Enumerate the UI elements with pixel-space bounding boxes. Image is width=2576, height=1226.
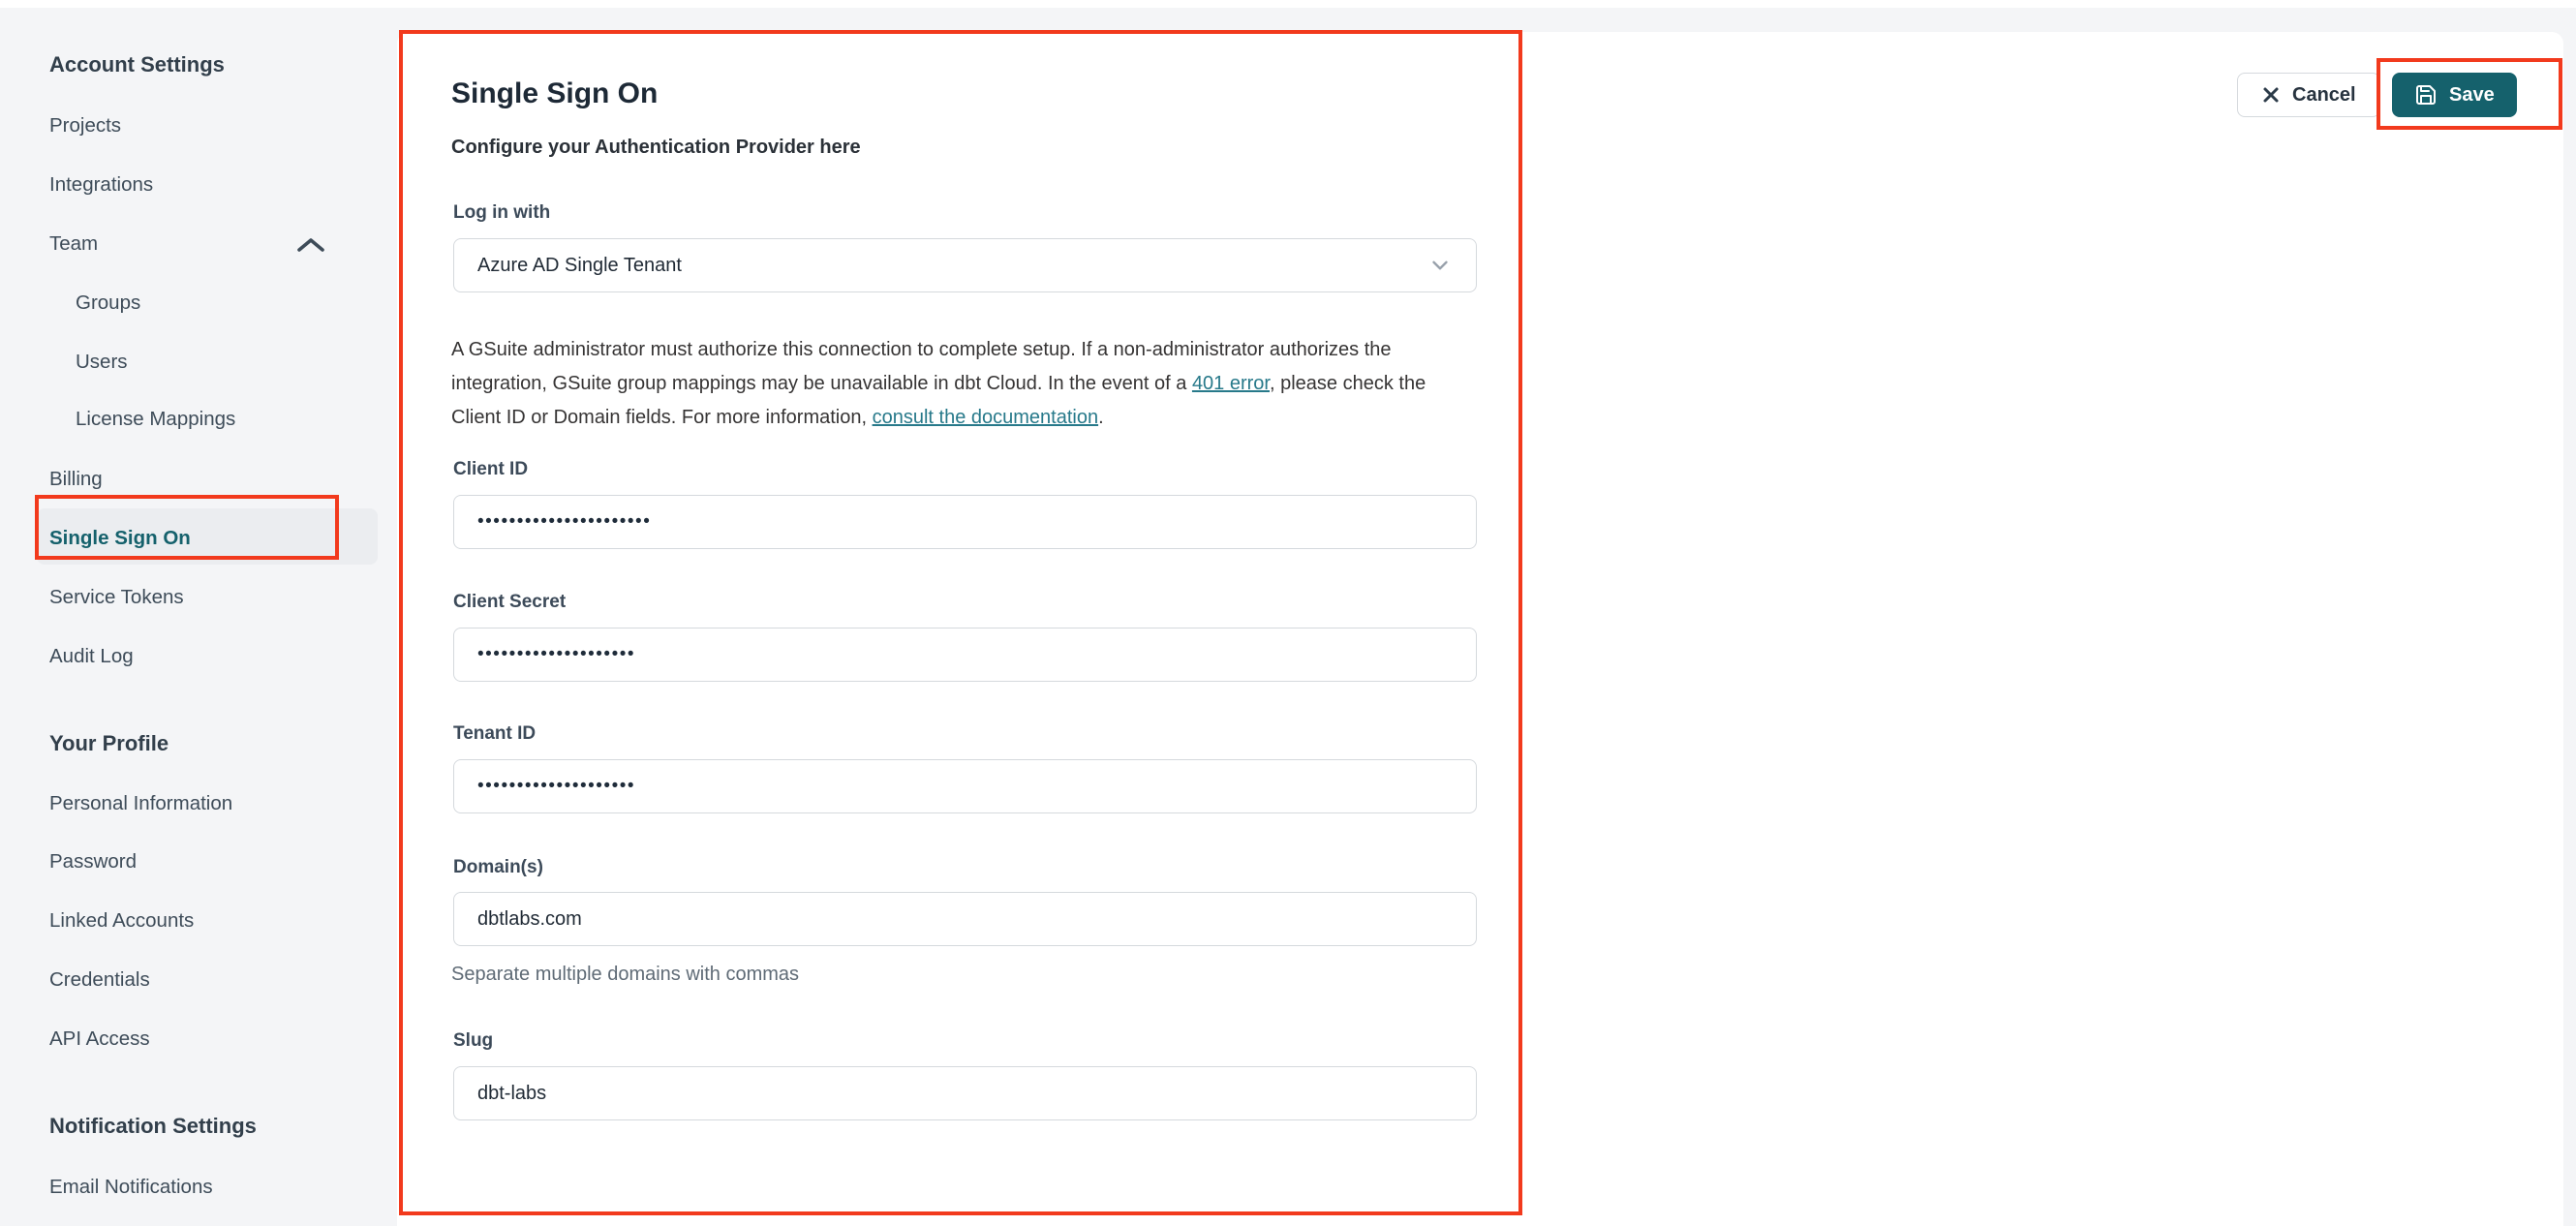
slug-input[interactable] — [453, 1066, 1477, 1120]
domains-input[interactable] — [453, 892, 1477, 946]
close-icon — [2261, 85, 2281, 105]
tenant-id-input[interactable] — [453, 759, 1477, 813]
domains-helper-text: Separate multiple domains with commas — [451, 964, 800, 985]
login-with-label: Log in with — [453, 202, 551, 223]
sidebar-item-groups[interactable]: Groups — [76, 291, 140, 315]
top-strip — [0, 0, 2576, 8]
sidebar-item-credentials[interactable]: Credentials — [49, 968, 150, 992]
sidebar-header-your-profile: Your Profile — [49, 731, 169, 755]
cancel-button-label: Cancel — [2292, 83, 2356, 106]
sidebar-header-account-settings: Account Settings — [49, 52, 225, 77]
sidebar-item-projects[interactable]: Projects — [49, 114, 121, 138]
sidebar-item-personal-information[interactable]: Personal Information — [49, 792, 232, 815]
client-secret-input[interactable] — [453, 628, 1477, 682]
domains-label: Domain(s) — [453, 857, 543, 877]
sidebar-item-users[interactable]: Users — [76, 351, 128, 374]
sidebar-item-password[interactable]: Password — [49, 850, 137, 874]
gsuite-note: A GSuite administrator must authorize th… — [451, 333, 1480, 435]
cancel-button[interactable]: Cancel — [2237, 73, 2380, 117]
sidebar-item-team[interactable]: Team — [49, 232, 98, 256]
chevron-up-icon[interactable] — [294, 234, 327, 256]
save-button-label: Save — [2449, 83, 2495, 106]
link-401-error[interactable]: 401 error — [1192, 373, 1270, 394]
sidebar-item-billing[interactable]: Billing — [49, 468, 103, 491]
settings-sidebar: Account Settings Projects Integrations T… — [0, 8, 397, 1226]
save-button[interactable]: Save — [2392, 73, 2517, 117]
sidebar-item-linked-accounts[interactable]: Linked Accounts — [49, 909, 194, 933]
login-with-selected-value: Azure AD Single Tenant — [477, 254, 682, 276]
sidebar-item-email-notifications[interactable]: Email Notifications — [49, 1176, 213, 1199]
client-id-input[interactable] — [453, 495, 1477, 549]
sidebar-item-license-mappings[interactable]: License Mappings — [76, 408, 235, 431]
page-title: Single Sign On — [451, 77, 659, 109]
sidebar-item-api-access[interactable]: API Access — [49, 1027, 150, 1051]
slug-label: Slug — [453, 1030, 494, 1051]
link-consult-documentation[interactable]: consult the documentation — [873, 407, 1099, 428]
save-floppy-icon — [2414, 83, 2438, 107]
main-content-panel: Single Sign On Configure your Authentica… — [397, 32, 2563, 1226]
sidebar-item-audit-log[interactable]: Audit Log — [49, 645, 134, 668]
chevron-down-icon — [1427, 253, 1453, 278]
login-with-select[interactable]: Azure AD Single Tenant — [453, 238, 1477, 292]
sidebar-header-notification-settings: Notification Settings — [49, 1114, 257, 1138]
sidebar-item-single-sign-on[interactable]: Single Sign On — [49, 527, 191, 550]
page-subtitle: Configure your Authentication Provider h… — [451, 137, 861, 158]
client-secret-label: Client Secret — [453, 592, 567, 612]
sidebar-item-integrations[interactable]: Integrations — [49, 173, 153, 197]
gsuite-note-text-3: . — [1098, 407, 1104, 428]
client-id-label: Client ID — [453, 459, 529, 479]
sidebar-item-service-tokens[interactable]: Service Tokens — [49, 586, 184, 609]
tenant-id-label: Tenant ID — [453, 723, 537, 744]
